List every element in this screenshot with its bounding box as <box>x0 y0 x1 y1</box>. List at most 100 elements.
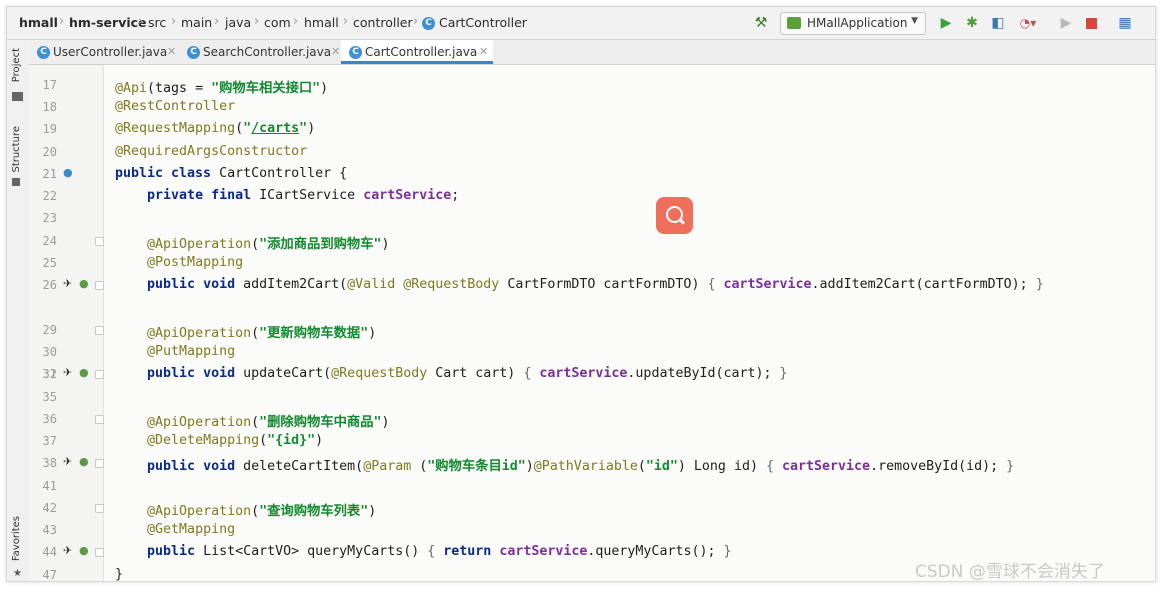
tab-usercontroller[interactable]: C UserController.java ✕ <box>29 40 179 64</box>
breadcrumb-java[interactable]: java <box>225 15 251 30</box>
request-mapping-icon[interactable]: ✈ <box>63 277 72 290</box>
code-line-32: public void updateCart(@RequestBody Cart… <box>147 366 788 381</box>
code-line-30: @ApiOperation("更新购物车数据") <box>147 326 377 341</box>
ide-window: hmall › hm-service › src › main › java ›… <box>6 6 1156 582</box>
star-icon: ★ <box>13 568 22 579</box>
left-tool-strip: Project Structure Favorites ★ <box>7 40 30 581</box>
close-icon[interactable]: ✕ <box>479 40 488 64</box>
line-number: 37 <box>42 434 57 448</box>
structure-tool-tab[interactable]: Structure <box>11 126 22 173</box>
breadcrumb-separator: › <box>413 14 419 29</box>
fold-marker[interactable] <box>95 459 104 468</box>
line-number: 47 <box>42 568 57 582</box>
code-line-38: public void deleteCartItem(@Param ("购物车条… <box>147 459 1015 474</box>
tab-label: SearchController.java <box>203 45 332 59</box>
code-line-17: @Api(tags = "购物车相关接口") <box>115 81 329 96</box>
spring-bean-icon[interactable]: ● <box>79 366 89 379</box>
code-line-19: @RequestMapping("/carts") <box>115 121 316 136</box>
code-line-18: @RestController <box>115 99 236 114</box>
code-line-44: public List<CartVO> queryMyCarts() { ret… <box>147 544 732 559</box>
request-mapping-icon[interactable]: ✈ <box>63 455 72 468</box>
tab-searchcontroller[interactable]: C SearchController.java ✕ <box>179 40 341 64</box>
breadcrumb-hmall-package[interactable]: hmall <box>304 15 339 30</box>
breadcrumb-hm-service[interactable]: hm-service <box>69 15 147 30</box>
breadcrumb-com[interactable]: com <box>264 15 291 30</box>
coverage-icon[interactable]: ◧ <box>989 13 1007 33</box>
code-line-20: @RequiredArgsConstructor <box>115 144 308 159</box>
code-line-36: @ApiOperation("删除购物车中商品") <box>147 415 390 430</box>
line-number: 23 <box>42 211 57 225</box>
line-number: 44 <box>42 545 57 559</box>
project-structure-icon[interactable]: ▦ <box>1115 13 1135 33</box>
class-icon: C <box>349 46 362 59</box>
fold-marker[interactable] <box>95 237 104 246</box>
tab-label: UserController.java <box>53 45 168 59</box>
line-number: 20 <box>42 145 57 159</box>
request-mapping-icon[interactable]: ✈ <box>63 544 72 557</box>
class-icon: C <box>187 46 200 59</box>
editor-gutter: 17 18 19 20 21 ● 22 23 24 25 26 ✈ ● 29 3… <box>29 65 104 581</box>
line-number: 24 <box>42 234 57 248</box>
close-icon[interactable]: ✕ <box>331 40 340 64</box>
breadcrumb-hmall[interactable]: hmall <box>19 15 58 30</box>
class-icon: C <box>37 46 50 59</box>
line-number: 41 <box>42 479 57 493</box>
fold-marker[interactable] <box>95 370 104 379</box>
run-configuration-label: HMallApplication <box>807 16 908 30</box>
search-button[interactable] <box>656 197 693 234</box>
spring-boot-icon <box>787 17 801 29</box>
breadcrumb-src[interactable]: src <box>148 15 166 30</box>
stop-icon[interactable] <box>1082 13 1100 33</box>
breadcrumb-cartcontroller[interactable]: CartController <box>439 15 527 30</box>
line-number: 30 <box>42 345 57 359</box>
debug-icon[interactable]: ✱ <box>963 13 981 33</box>
watermark: CSDN @雪球不会消失了 <box>915 562 1105 582</box>
navigation-bar: hmall › hm-service › src › main › java ›… <box>7 7 1155 40</box>
breadcrumb-separator: › <box>254 14 260 29</box>
spring-bean-icon[interactable]: ● <box>79 277 89 290</box>
fold-marker[interactable] <box>95 326 104 335</box>
line-number: 38 <box>42 456 57 470</box>
fold-marker[interactable] <box>95 548 104 557</box>
run-icon[interactable]: ▶ <box>937 13 955 33</box>
project-tool-tab[interactable]: Project <box>11 48 22 82</box>
code-editor[interactable]: 17 18 19 20 21 ● 22 23 24 25 26 ✈ ● 29 3… <box>29 65 1155 581</box>
line-number: 22 <box>42 189 57 203</box>
code-line-22: private final ICartService cartService; <box>147 188 460 203</box>
code-line-26: public void addItem2Cart(@Valid @Request… <box>147 277 1044 292</box>
fold-marker[interactable] <box>95 415 104 424</box>
build-hammer-icon[interactable]: ⚒ <box>751 13 771 33</box>
code-line-42: @ApiOperation("查询购物车列表") <box>147 504 377 519</box>
fold-marker[interactable] <box>95 281 104 290</box>
tab-cartcontroller[interactable]: C CartController.java ✕ <box>341 40 493 64</box>
line-number: 29 <box>42 323 57 337</box>
request-mapping-icon[interactable]: ✈ <box>63 366 72 379</box>
search-icon-handle <box>678 218 686 225</box>
class-icon: C <box>422 17 435 30</box>
line-number: 32 <box>42 367 57 381</box>
breadcrumb-separator: › <box>138 14 144 29</box>
line-number: 26 <box>42 278 57 292</box>
code-line-24: @ApiOperation("添加商品到购物车") <box>147 237 390 252</box>
favorites-tool-tab[interactable]: Favorites <box>11 516 22 561</box>
chevron-down-icon: ▼ <box>911 16 918 26</box>
close-icon[interactable]: ✕ <box>167 40 176 64</box>
line-number: 19 <box>42 122 57 136</box>
run-configuration-select[interactable]: HMallApplication ▼ <box>780 12 926 35</box>
breadcrumb-separator: › <box>343 14 349 29</box>
structure-icon <box>12 178 20 186</box>
spring-bean-icon[interactable]: ● <box>79 544 89 557</box>
folder-icon <box>12 92 23 101</box>
editor-tab-bar: C UserController.java ✕ C SearchControll… <box>29 40 1155 65</box>
breadcrumb-separator: › <box>171 14 177 29</box>
spring-bean-icon[interactable]: ● <box>63 166 73 179</box>
fold-marker[interactable] <box>95 504 104 513</box>
breadcrumb-separator: › <box>59 14 65 29</box>
spring-bean-icon[interactable]: ● <box>79 455 89 468</box>
line-number: 43 <box>42 523 57 537</box>
breadcrumb-main[interactable]: main <box>181 15 212 30</box>
breadcrumb-controller[interactable]: controller <box>353 15 413 30</box>
step-icon: ▶ <box>1060 15 1072 31</box>
code-line-37: @DeleteMapping("{id}") <box>147 433 324 448</box>
profile-icon[interactable]: ◔▾ <box>1015 13 1041 33</box>
